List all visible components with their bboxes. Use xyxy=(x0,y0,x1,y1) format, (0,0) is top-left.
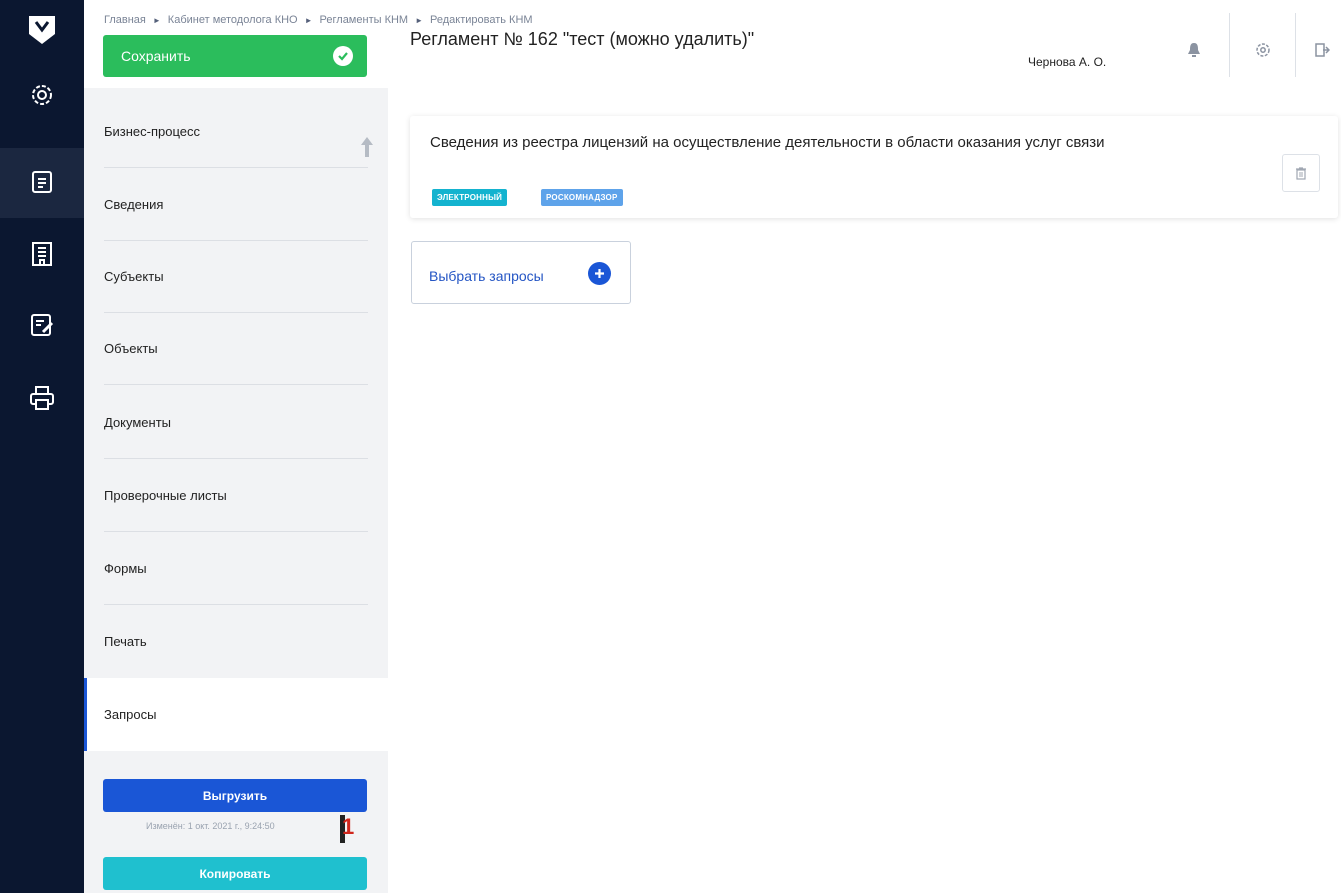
main-nav-rail xyxy=(0,0,84,893)
section-item-label: Формы xyxy=(104,561,147,576)
user-name[interactable]: Чернова А. О. xyxy=(1028,55,1106,69)
active-indicator xyxy=(84,678,87,751)
section-item-info[interactable]: Сведения xyxy=(84,168,388,241)
section-item-label: Проверочные листы xyxy=(104,488,227,503)
annotation-marker: 1 xyxy=(342,814,355,839)
settings-icon[interactable] xyxy=(0,60,84,130)
breadcrumb-separator: ► xyxy=(415,16,424,25)
print-icon[interactable] xyxy=(0,363,84,433)
building-icon[interactable] xyxy=(0,219,84,289)
tag-agency: РОСКОМНАДЗОР xyxy=(541,189,623,206)
section-item-label: Объекты xyxy=(104,341,158,356)
section-item-forms[interactable]: Формы xyxy=(84,532,388,605)
delete-button[interactable] xyxy=(1282,154,1320,192)
save-button[interactable]: Сохранить xyxy=(103,35,367,77)
section-item-checklists[interactable]: Проверочные листы xyxy=(84,459,388,532)
section-item-label: Бизнес-процесс xyxy=(104,124,201,139)
section-item-requests[interactable]: Запросы xyxy=(84,678,388,751)
section-item-label: Печать xyxy=(104,634,147,649)
page-title: Регламент № 162 "тест (можно удалить)" xyxy=(410,29,755,49)
request-card: Сведения из реестра лицензий на осуществ… xyxy=(410,116,1338,218)
copy-button[interactable]: Копировать xyxy=(103,857,367,890)
edit-list-icon[interactable] xyxy=(0,290,84,360)
checkmark-icon xyxy=(333,46,353,66)
logo-icon[interactable] xyxy=(0,0,84,60)
plus-icon xyxy=(588,262,611,285)
bell-icon[interactable] xyxy=(1182,38,1206,62)
header-divider xyxy=(1229,13,1230,77)
section-item-subjects[interactable]: Субъекты xyxy=(84,240,388,313)
section-item-business-process[interactable]: Бизнес-процесс xyxy=(84,95,388,168)
section-item-label: Документы xyxy=(104,415,172,430)
breadcrumb-separator: ► xyxy=(152,16,161,25)
scroll-up-icon[interactable] xyxy=(360,136,374,158)
tag-electronic: ЭЛЕКТРОННЫЙ xyxy=(432,189,508,206)
section-item-print[interactable]: Печать xyxy=(84,605,388,678)
export-button[interactable]: Выгрузить xyxy=(103,779,367,812)
breadcrumb-item[interactable]: Кабинет методолога КНО xyxy=(168,14,298,26)
section-item-label: Запросы xyxy=(104,707,157,722)
select-requests-label: Выбрать запросы xyxy=(429,268,544,284)
section-item-label: Субъекты xyxy=(104,269,164,284)
section-sidebar: Бизнес-процесс Сведения Субъекты Объекты… xyxy=(84,88,388,893)
breadcrumb-item[interactable]: Редактировать КНМ xyxy=(430,14,533,26)
breadcrumb-item[interactable]: Главная xyxy=(104,14,146,26)
section-item-objects[interactable]: Объекты xyxy=(84,312,388,385)
gear-icon[interactable] xyxy=(1251,38,1275,62)
request-title: Сведения из реестра лицензий на осуществ… xyxy=(430,134,1105,151)
section-divider xyxy=(104,384,368,385)
section-item-label: Сведения xyxy=(104,197,164,212)
breadcrumb-item[interactable]: Регламенты КНМ xyxy=(320,14,409,26)
modified-timestamp: Изменён: 1 окт. 2021 г., 9:24:50 xyxy=(146,821,275,831)
select-requests-button[interactable]: Выбрать запросы xyxy=(411,241,631,304)
trash-icon xyxy=(1296,167,1306,180)
header-divider xyxy=(1295,13,1296,77)
section-item-documents[interactable]: Документы xyxy=(84,386,388,459)
breadcrumb-separator: ► xyxy=(304,16,313,25)
save-button-label: Сохранить xyxy=(121,48,191,64)
breadcrumb: Главная ► Кабинет методолога КНО ► Регламент… xyxy=(104,14,533,26)
logout-icon[interactable] xyxy=(1310,38,1334,62)
document-icon[interactable] xyxy=(0,148,84,218)
